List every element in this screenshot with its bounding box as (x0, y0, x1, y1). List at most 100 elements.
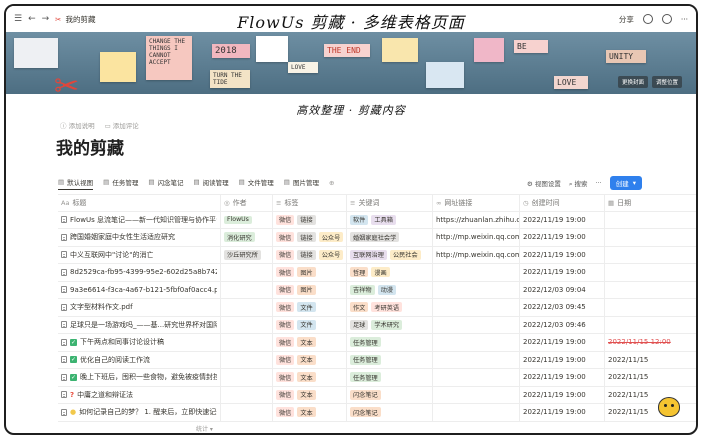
change-cover-button[interactable]: 更换封面 (617, 76, 648, 88)
create-button[interactable]: 创建 ▾ (609, 176, 642, 190)
cell-created[interactable]: 2022/11/19 19:00 (520, 334, 605, 351)
cell-title[interactable]: 中义互联网中"讨论"的消亡 (58, 246, 221, 263)
cell-date[interactable]: 2022/11/15 12:00 (605, 334, 696, 351)
table-row[interactable]: 9a3e6614-f3ca-4a67-b121-5fbf0af0acc4.png… (58, 281, 696, 299)
cell-title[interactable]: 跨国婚姻家庭中女性生活适应研究 (58, 229, 221, 246)
column-header-author[interactable]: ◎ 作者 (221, 195, 273, 211)
more-button[interactable]: ··· (596, 179, 602, 187)
cell-keywords[interactable]: 软件 工具箱 (347, 211, 433, 228)
cell-keywords[interactable]: 任务管理 (347, 334, 433, 351)
cell-keywords[interactable]: 任务管理 (347, 369, 433, 386)
cell-author[interactable] (221, 351, 273, 368)
tab-view[interactable]: ▤ 阅读管理 (193, 177, 228, 189)
table-row[interactable]: ? 中庸之道和辩证法 微信 文本 闪念笔记 2022/11/19 19:00 2022/11… (58, 386, 696, 404)
column-header-title[interactable]: Aa 标题 (58, 195, 221, 211)
cell-author[interactable] (221, 299, 273, 316)
cell-keywords[interactable]: 闪念笔记 (347, 386, 433, 403)
cell-author[interactable]: 沙丘研究所 (221, 246, 273, 263)
cell-link[interactable] (433, 334, 520, 351)
cell-author[interactable] (221, 316, 273, 333)
cell-tags[interactable]: 微信 文本 (273, 351, 347, 368)
cell-title[interactable]: 文字型材料作文.pdf (58, 299, 221, 316)
cell-title[interactable]: 9a3e6614-f3ca-4a67-b121-5fbf0af0acc4.png (58, 281, 221, 298)
cell-keywords[interactable]: 婚姻家庭社会学 (347, 229, 433, 246)
page-scissors-icon[interactable]: ✂ (54, 72, 79, 102)
table-row[interactable]: 足球只是一场游戏吗_——基...研究世界杯对国际秩序的影响 微信文件足球学术研究 2… (58, 316, 696, 334)
tab-view[interactable]: ▤ 闪念笔记 (148, 177, 183, 189)
cell-tags[interactable]: 微信 文本 (273, 369, 347, 386)
cell-author[interactable] (221, 386, 273, 403)
cell-title[interactable]: ✓ 晚上下班后，囤积一些食物，避免被疫情封控 (58, 369, 221, 386)
cell-date[interactable] (605, 229, 696, 246)
cell-link[interactable] (433, 404, 520, 421)
adjust-position-button[interactable]: 调整位置 (651, 76, 682, 88)
cell-title[interactable]: ? 中庸之道和辩证法 (58, 386, 221, 403)
cell-link[interactable] (433, 264, 520, 281)
cell-keywords[interactable]: 任务管理 (347, 351, 433, 368)
cell-keywords[interactable]: 吉祥物 动漫 (347, 281, 433, 298)
cell-created[interactable]: 2022/11/19 19:00 (520, 404, 605, 421)
cell-tags[interactable]: 微信 链接 公众号 (273, 229, 347, 246)
cell-tags[interactable]: 微信 文本 (273, 404, 347, 421)
tab-view[interactable]: ▤ 默认视图 (58, 177, 94, 190)
cell-title[interactable]: ✓ 下午两点和同事讨论设计稿 (58, 334, 221, 351)
column-header-date[interactable]: ▦ 日期 (605, 195, 696, 211)
cell-author[interactable] (221, 404, 273, 421)
cell-title[interactable]: 8d2529ca-fb95-4399-95e2-602d25a8b742.jpg (58, 264, 221, 281)
cell-title[interactable]: ✓ 优化自己的阅读工作流 (58, 351, 221, 368)
cell-date[interactable] (605, 212, 696, 229)
table-row[interactable]: 跨国婚姻家庭中女性生活适应研究 消化研究 微信 链接 公众号 婚姻家庭社会学 http://… (58, 229, 696, 247)
add-description-button[interactable]: ⓘ 添加说明 (60, 120, 95, 130)
cell-date[interactable] (605, 317, 696, 334)
column-header-keywords[interactable]: ≡ 关键词 (347, 195, 433, 211)
table-row[interactable]: ✓ 下午两点和同事讨论设计稿 微信 文本 任务管理 2022/11/19 19:00 202… (58, 334, 696, 352)
cell-author[interactable] (221, 281, 273, 298)
column-header-tags[interactable]: ≡ 标签 (273, 195, 347, 211)
cell-date[interactable] (605, 264, 696, 281)
column-header-link[interactable]: ∞ 网址链接 (433, 195, 520, 211)
cell-author[interactable]: FlowUs (221, 211, 273, 228)
cell-created[interactable]: 2022/11/19 19:00 (520, 386, 605, 403)
cell-created[interactable]: 2022/11/19 19:00 (520, 211, 605, 228)
cell-created[interactable]: 2022/11/19 19:00 (520, 246, 605, 263)
cell-link[interactable] (433, 281, 520, 298)
cell-keywords[interactable]: 哲理 漫画 (347, 264, 433, 281)
cell-link[interactable]: http://mp.weixin.qq.com/s? (433, 229, 520, 246)
cell-date[interactable] (605, 282, 696, 299)
cell-tags[interactable]: 微信 文本 (273, 334, 347, 351)
tab-view[interactable]: ▤ 任务管理 (103, 177, 138, 189)
column-header-created[interactable]: ◷ 创建时间 (520, 195, 605, 211)
add-comment-button[interactable]: ▭ 添加评论 (105, 120, 139, 130)
cell-link[interactable] (433, 386, 520, 403)
tab-view[interactable]: ▤ 文件管理 (239, 177, 274, 189)
cell-title[interactable]: 足球只是一场游戏吗_——基...研究世界杯对国际秩序的影响 (58, 316, 221, 333)
table-row[interactable]: ● 如何记录自己的梦？ 1. 醒来后，立即快速记录 微信 文本 闪念笔记 2022/11/… (58, 404, 696, 422)
cell-created[interactable]: 2022/12/03 09:46 (520, 316, 605, 333)
cell-tags[interactable]: 微信 图片 (273, 264, 347, 281)
cell-created[interactable]: 2022/11/19 19:00 (520, 229, 605, 246)
cell-link[interactable] (433, 369, 520, 386)
cell-keywords[interactable]: 互联网治理 公民社会 (347, 246, 433, 263)
search-button[interactable]: ⌕ 搜索 (569, 178, 588, 189)
cell-date[interactable]: 2022/11/15 (605, 352, 696, 369)
cell-author[interactable]: 消化研究 (221, 229, 273, 246)
cell-link[interactable] (433, 299, 520, 316)
table-row[interactable]: ✓ 晚上下班后，囤积一些食物，避免被疫情封控 微信 文本 任务管理 2022/11/19 … (58, 369, 696, 387)
add-view-icon[interactable]: ⊕ (329, 179, 334, 187)
cell-author[interactable] (221, 334, 273, 351)
mascot-icon[interactable] (658, 397, 680, 417)
cell-link[interactable]: https://zhuanlan.zhihu.com (433, 211, 520, 228)
cell-created[interactable]: 2022/11/19 19:00 (520, 264, 605, 281)
cell-title[interactable]: FlowUs 息流笔记——新一代知识管理与协作平台 (58, 211, 221, 228)
cell-keywords[interactable]: 足球 学术研究 (347, 316, 433, 333)
cell-created[interactable]: 2022/11/19 19:00 (520, 369, 605, 386)
cell-tags[interactable]: 微信 文件 (273, 316, 347, 333)
cell-date[interactable]: 2022/11/15 (605, 387, 696, 404)
cell-keywords[interactable]: 闪念笔记 (347, 404, 433, 421)
cell-tags[interactable]: 微信 链接 (273, 211, 347, 228)
tab-view[interactable]: ▤ 图片管理 (284, 177, 319, 189)
cell-date[interactable]: 2022/11/15 (605, 404, 696, 421)
table-row[interactable]: 中义互联网中"讨论"的消亡 沙丘研究所 微信 链接 公众号 互联网治理 公民社会 http:/… (58, 246, 696, 264)
count-footer[interactable]: 统计 ▾ (196, 424, 213, 433)
table-row[interactable]: 8d2529ca-fb95-4399-95e2-602d25a8b742.jpg… (58, 264, 696, 282)
